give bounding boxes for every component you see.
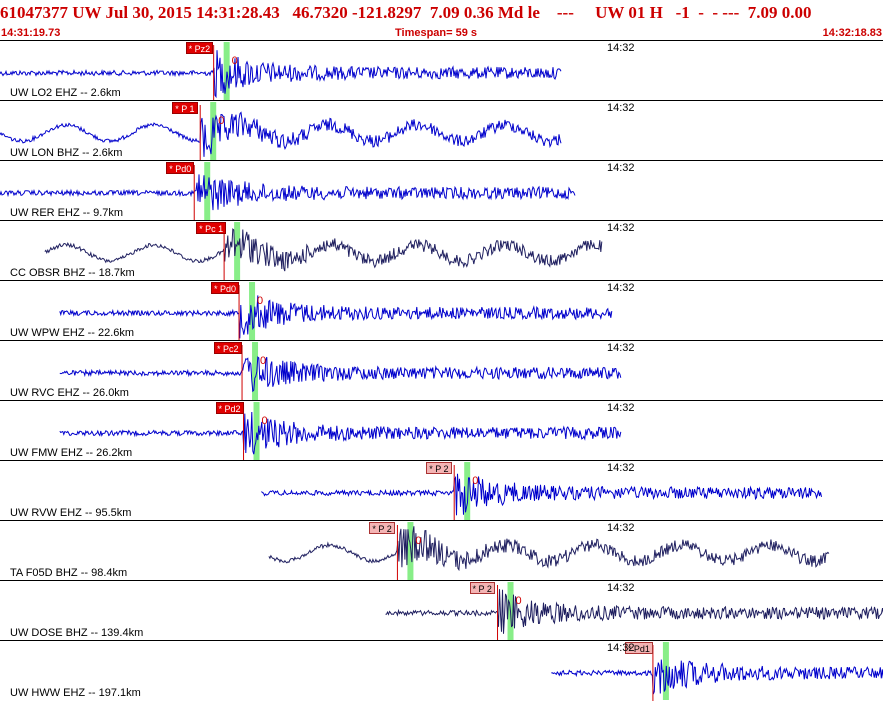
waveform-plot: 0 <box>0 101 883 161</box>
time-bar: 14:31:19.73 Timespan= 59 s 14:32:18.83 <box>0 26 883 40</box>
minute-mark: 14:32 <box>607 342 635 354</box>
waveform-trace <box>45 229 602 271</box>
waveform-plot <box>0 161 883 221</box>
amplitude-marker: 0 <box>257 295 263 307</box>
channel-panel[interactable]: 0 * Pz2 14:32 UW LO2 EHZ -- 2.6km <box>0 40 883 100</box>
channel-label: UW DOSE BHZ -- 139.4km <box>10 627 143 639</box>
phase-pick-flag[interactable]: * Pz2 <box>186 42 214 54</box>
amplitude-marker: 0 <box>262 415 268 427</box>
minute-mark: 14:32 <box>607 162 635 174</box>
channel-panel[interactable]: * Pd114:32UW HWW EHZ -- 197.1km <box>0 640 883 700</box>
channel-label: UW LON BHZ -- 2.6km <box>10 147 122 159</box>
channel-label: CC OBSR BHZ -- 18.7km <box>10 267 135 279</box>
channel-panel[interactable]: 0 * P 1 14:32 UW LON BHZ -- 2.6km <box>0 100 883 160</box>
timespan: Timespan= 59 s <box>395 26 477 40</box>
phase-pick-flag[interactable]: * Pd0 <box>166 162 194 174</box>
end-time: 14:32:18.83 <box>823 26 882 40</box>
phase-pick-flag[interactable]: * Pd2 <box>216 402 244 414</box>
waveform-trace <box>60 357 621 391</box>
waveform-plot: 0 <box>0 401 883 461</box>
waveform-trace <box>60 295 612 338</box>
minute-mark: 14:32 <box>607 522 635 534</box>
waveform-trace <box>0 174 575 210</box>
waveform-trace <box>551 660 883 695</box>
minute-mark: 14:32 <box>607 642 635 654</box>
phase-pick-flag[interactable]: * P 2 <box>426 462 451 474</box>
channel-label: UW LO2 EHZ -- 2.6km <box>10 87 121 99</box>
minute-mark: 14:32 <box>607 582 635 594</box>
channel-label: TA F05D BHZ -- 98.4km <box>10 567 127 579</box>
phase-pick-flag[interactable]: * Pc2 <box>214 342 242 354</box>
channel-label: UW FMW EHZ -- 26.2km <box>10 447 132 459</box>
phase-pick-flag[interactable]: * P 2 <box>470 582 495 594</box>
amplitude-marker: 0 <box>415 535 421 547</box>
waveform-plot: 0 <box>0 341 883 401</box>
channel-label: UW RER EHZ -- 9.7km <box>10 207 123 219</box>
channel-panel[interactable]: 0 * P 2 14:32 UW RVW EHZ -- 95.5km <box>0 460 883 520</box>
channel-panel[interactable]: 0 * Pd2 14:32 UW FMW EHZ -- 26.2km <box>0 400 883 460</box>
channel-panel[interactable]: 0 * P 2 14:32 TA F05D BHZ -- 98.4km <box>0 520 883 580</box>
channel-label: UW WPW EHZ -- 22.6km <box>10 327 134 339</box>
waveform-trace <box>60 412 621 454</box>
event-header: 61047377 UW Jul 30, 2015 14:31:28.43 46.… <box>0 0 883 26</box>
minute-mark: 14:32 <box>607 282 635 294</box>
channel-panel[interactable]: * Pc 1 14:32 CC OBSR BHZ -- 18.7km <box>0 220 883 280</box>
waveform-trace <box>262 474 822 516</box>
minute-mark: 14:32 <box>607 42 635 54</box>
channel-panel[interactable]: 0 * Pd0 14:32 UW WPW EHZ -- 22.6km <box>0 280 883 340</box>
channel-label: UW RVW EHZ -- 95.5km <box>10 507 131 519</box>
amplitude-marker: 0 <box>472 475 478 487</box>
channel-label: UW HWW EHZ -- 197.1km <box>10 687 141 699</box>
channel-panel[interactable]: * Pd0 14:32 UW RER EHZ -- 9.7km <box>0 160 883 220</box>
channel-panel[interactable]: 0 * P 2 14:32 UW DOSE BHZ -- 139.4km <box>0 580 883 640</box>
amplitude-marker: 0 <box>516 595 522 607</box>
phase-pick-flag[interactable]: * P 2 <box>369 522 394 534</box>
waveform-plot: 0 <box>0 41 883 101</box>
minute-mark: 14:32 <box>607 102 635 114</box>
amplitude-marker: 0 <box>232 55 238 67</box>
amplitude-marker: 0 <box>218 115 224 127</box>
start-time: 14:31:19.73 <box>1 26 60 40</box>
waveform-trace <box>269 526 829 569</box>
minute-mark: 14:32 <box>607 402 635 414</box>
phase-pick-flag[interactable]: * Pd0 <box>211 282 239 294</box>
minute-mark: 14:32 <box>607 462 635 474</box>
amplitude-marker: 0 <box>260 355 266 367</box>
phase-pick-flag[interactable]: * Pc 1 <box>196 222 226 234</box>
channel-label: UW RVC EHZ -- 26.0km <box>10 387 129 399</box>
waveform-plot: 0 <box>0 521 883 581</box>
seismogram-panels[interactable]: 0 * Pz2 14:32 UW LO2 EHZ -- 2.6km 0 * P 1 14:3… <box>0 40 883 700</box>
phase-pick-flag[interactable]: * P 1 <box>172 102 197 114</box>
channel-panel[interactable]: 0 * Pc2 14:32 UW RVC EHZ -- 26.0km <box>0 340 883 400</box>
waveform-trace <box>386 589 883 634</box>
minute-mark: 14:32 <box>607 222 635 234</box>
